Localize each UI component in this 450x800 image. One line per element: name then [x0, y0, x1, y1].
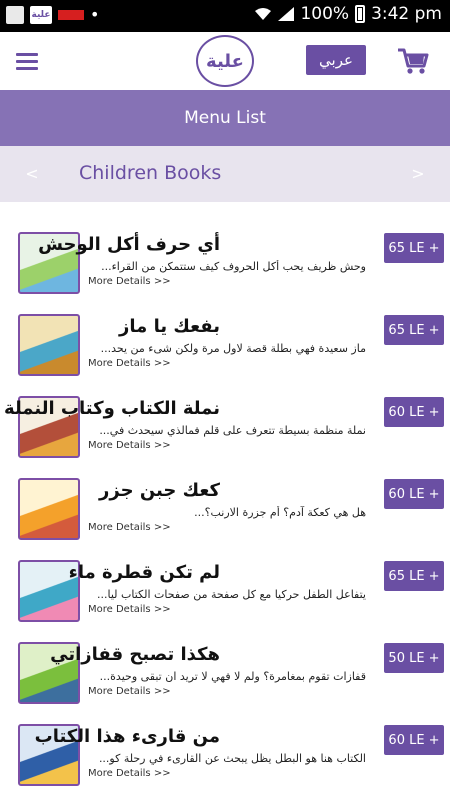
clock: 3:42 pm [371, 4, 442, 24]
category-title: Children Books [79, 162, 222, 184]
book-description: قفازات تقوم بمغامرة؟ ولم لا فهي لا تريد … [99, 670, 366, 683]
more-details-link[interactable]: More Details >> [88, 686, 171, 697]
book-cover[interactable] [18, 314, 80, 376]
menu-list-title: Menu List [0, 90, 450, 146]
book-title[interactable]: نملة الكتاب وكتاب النملة [4, 398, 220, 419]
wifi-icon [255, 8, 272, 20]
book-description: هل هي كعكة آدم؟ أم جزرة الارنب؟... [194, 506, 366, 519]
book-title[interactable]: هكذا تصبح قفازاتي [50, 644, 220, 665]
more-notifications-icon: • [90, 5, 100, 24]
status-right: 100% 3:42 pm [254, 4, 442, 24]
book-list: أي حرف أكل الوحش وحش ظريف يحب أكل الحروف… [0, 232, 450, 800]
add-to-cart-button[interactable]: 65 LE + [384, 561, 444, 591]
more-details-link[interactable]: More Details >> [88, 440, 171, 451]
book-title[interactable]: أي حرف أكل الوحش [38, 234, 220, 255]
more-details-link[interactable]: More Details >> [88, 276, 171, 287]
add-to-cart-button[interactable]: 60 LE + [384, 397, 444, 427]
battery-percent: 100% [300, 4, 350, 24]
book-item[interactable]: هكذا تصبح قفازاتي قفازات تقوم بمغامرة؟ و… [0, 642, 450, 724]
book-item[interactable]: أي حرف أكل الوحش وحش ظريف يحب أكل الحروف… [0, 232, 450, 314]
book-title[interactable]: بفعك يا ماز [119, 316, 220, 337]
book-item[interactable]: من قارىء هذا الكتاب الكتاب هنا هو البطل … [0, 724, 450, 800]
book-item[interactable]: لم تكن قطرة ماء يتفاعل الطفل حركيا مع كل… [0, 560, 450, 642]
cart-icon[interactable] [396, 46, 430, 76]
app-logo[interactable]: علية [196, 35, 254, 87]
book-title[interactable]: كعك جبن جزر [99, 480, 220, 501]
news-notification-icon [58, 10, 84, 20]
book-cover[interactable] [18, 478, 80, 540]
book-description: الكتاب هنا هو البطل يظل يبحث عن القارىء … [98, 752, 366, 765]
language-button[interactable]: عربي [306, 45, 366, 75]
book-description: يتفاعل الطفل حركيا مع كل صفحة من صفحات ا… [97, 588, 366, 601]
category-prev-button[interactable]: < [22, 164, 42, 183]
category-next-button[interactable]: > [408, 164, 428, 183]
add-to-cart-button[interactable]: 60 LE + [384, 725, 444, 755]
gallery-notification-icon [6, 6, 24, 24]
more-details-link[interactable]: More Details >> [88, 522, 171, 533]
battery-icon [355, 5, 366, 23]
add-to-cart-button[interactable]: 65 LE + [384, 315, 444, 345]
more-details-link[interactable]: More Details >> [88, 604, 171, 615]
add-to-cart-button[interactable]: 60 LE + [384, 479, 444, 509]
status-bar: علية • 100% 3:42 pm [0, 0, 450, 32]
book-title[interactable]: لم تكن قطرة ماء [69, 562, 220, 583]
book-description: ماز سعيدة فهي بطلة قصة لاول مرة ولكن شىء… [100, 342, 366, 355]
more-details-link[interactable]: More Details >> [88, 358, 171, 369]
status-left-icons: علية • [6, 6, 99, 24]
book-item[interactable]: نملة الكتاب وكتاب النملة نملة منظمة بسيط… [0, 396, 450, 478]
book-item[interactable]: بفعك يا ماز ماز سعيدة فهي بطلة قصة لاول … [0, 314, 450, 396]
book-description: وحش ظريف يحب أكل الحروف كيف ستتمكن من ال… [101, 260, 366, 273]
book-title[interactable]: من قارىء هذا الكتاب [35, 726, 220, 747]
category-bar: < Children Books > [0, 146, 450, 202]
more-details-link[interactable]: More Details >> [88, 768, 171, 779]
book-description: نملة منظمة بسيطة تتعرف على قلم فمالذي سي… [99, 424, 366, 437]
add-to-cart-button[interactable]: 50 LE + [384, 643, 444, 673]
app-notification-icon: علية [30, 6, 52, 24]
menu-hamburger-icon[interactable] [16, 53, 38, 71]
signal-icon [278, 7, 295, 21]
book-item[interactable]: كعك جبن جزر هل هي كعكة آدم؟ أم جزرة الار… [0, 478, 450, 560]
logo-text: علية [206, 50, 244, 72]
app-header: علية عربي [0, 32, 450, 90]
add-to-cart-button[interactable]: 65 LE + [384, 233, 444, 263]
